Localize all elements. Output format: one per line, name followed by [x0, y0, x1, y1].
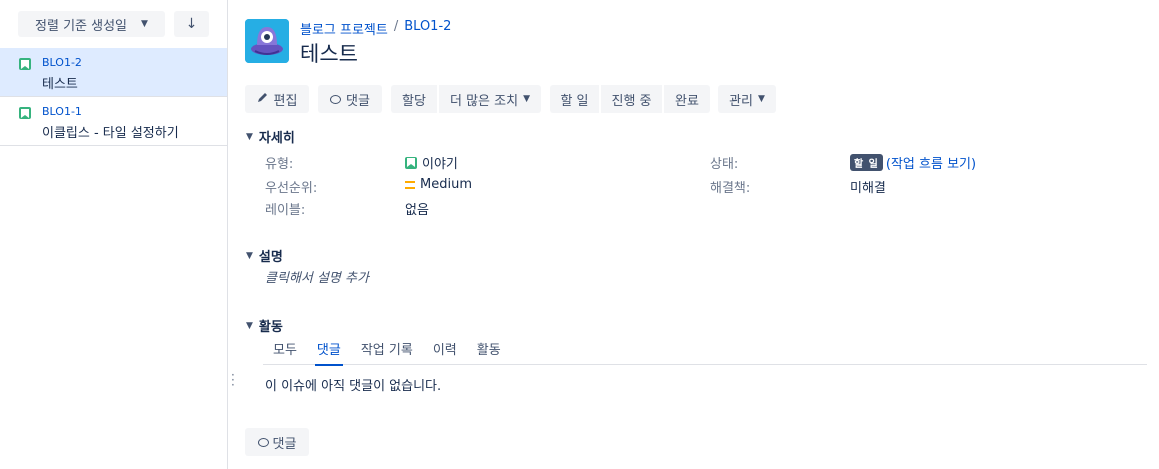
edit-label: 편집	[273, 93, 298, 109]
type-label: 유형:	[265, 157, 294, 172]
page-title[interactable]: 테스트	[300, 38, 358, 68]
add-comment-button[interactable]: 댓글	[245, 428, 309, 456]
assign-label: 할당	[402, 93, 426, 109]
sort-dropdown[interactable]: 정렬 기준 생성일 ▼	[18, 11, 165, 37]
breadcrumb: 블로그 프로젝트 / BLO1-2	[300, 19, 451, 38]
description-field[interactable]: 클릭해서 설명 추가	[265, 267, 369, 286]
done-transition-button[interactable]: 완료	[664, 85, 710, 113]
priority-value-text: Medium	[420, 177, 472, 192]
in-progress-label: 진행 중	[611, 93, 652, 109]
arrow-down-icon: ↓	[185, 16, 198, 32]
issue-key: BLO1-1	[42, 105, 82, 118]
sidebar-resize-handle[interactable]: · · ·	[231, 369, 235, 391]
tab-work-log[interactable]: 작업 기록	[351, 341, 423, 365]
type-value: 이야기	[405, 153, 458, 172]
labels-label: 레이블:	[265, 203, 306, 218]
comment-label: 댓글	[346, 93, 370, 109]
issue-navigator-sidebar: 정렬 기준 생성일 ▼ ↓ BLO1-2 테스트 BLO1-1 이클립스 - 타…	[0, 0, 228, 469]
admin-label: 관리	[729, 93, 753, 109]
no-comments-message: 이 이슈에 아직 댓글이 없습니다.	[265, 379, 442, 394]
details-section-toggle[interactable]: ▼ 자세히	[246, 127, 295, 146]
comment-icon	[257, 437, 269, 447]
breadcrumb-issue-link[interactable]: BLO1-2	[404, 19, 451, 38]
issue-summary: 이클립스 - 타일 설정하기	[42, 126, 179, 141]
issue-list-item[interactable]: BLO1-1 이클립스 - 타일 설정하기	[0, 97, 227, 146]
more-actions-label: 더 많은 조치	[450, 93, 519, 109]
priority-label: 우선순위:	[265, 181, 318, 196]
issue-list-item[interactable]: BLO1-2 테스트	[0, 48, 227, 97]
issue-key: BLO1-2	[42, 56, 82, 69]
activity-tabs: 모두 댓글 작업 기록 이력 활동	[263, 341, 1147, 366]
resolution-value: 미해결	[850, 181, 886, 196]
activity-heading: 활동	[258, 320, 283, 335]
story-icon	[19, 107, 31, 119]
issue-list: BLO1-2 테스트 BLO1-1 이클립스 - 타일 설정하기	[0, 48, 227, 146]
tab-comments[interactable]: 댓글	[307, 341, 351, 366]
status-value: 할 일 (작업 흐름 보기)	[850, 153, 976, 172]
story-icon	[405, 156, 417, 169]
sort-label: 정렬 기준 생성일	[35, 18, 128, 34]
chevron-down-icon: ▼	[523, 94, 530, 104]
tab-history[interactable]: 이력	[423, 341, 467, 365]
sort-direction-button[interactable]: ↓	[174, 11, 209, 37]
todo-transition-button[interactable]: 할 일	[550, 85, 599, 113]
admin-button[interactable]: 관리 ▼	[718, 85, 776, 113]
type-value-text: 이야기	[422, 157, 458, 172]
tab-activity[interactable]: 활동	[467, 341, 511, 365]
activity-section-toggle[interactable]: ▼ 활동	[246, 316, 283, 335]
details-heading: 자세히	[258, 131, 295, 146]
in-progress-transition-button[interactable]: 진행 중	[601, 85, 662, 113]
issue-summary: 테스트	[42, 77, 78, 92]
pencil-icon	[257, 91, 269, 107]
chevron-down-icon: ▼	[246, 320, 253, 331]
chevron-down-icon: ▼	[141, 19, 148, 29]
breadcrumb-separator: /	[393, 19, 399, 34]
done-label: 완료	[675, 93, 699, 109]
edit-button[interactable]: 편집	[245, 85, 309, 113]
project-avatar[interactable]	[245, 19, 289, 63]
more-actions-button[interactable]: 더 많은 조치 ▼	[439, 85, 541, 113]
status-badge: 할 일	[850, 154, 883, 171]
todo-label: 할 일	[560, 93, 589, 109]
chevron-down-icon: ▼	[758, 94, 765, 104]
labels-value[interactable]: 없음	[405, 199, 429, 218]
add-comment-label: 댓글	[272, 436, 297, 452]
description-section-toggle[interactable]: ▼ 설명	[246, 246, 283, 265]
description-heading: 설명	[258, 250, 283, 265]
breadcrumb-project-link[interactable]: 블로그 프로젝트	[300, 19, 388, 38]
chevron-down-icon: ▼	[246, 250, 253, 261]
status-label: 상태:	[710, 157, 739, 172]
chevron-down-icon: ▼	[246, 131, 253, 142]
resolution-label: 해결책:	[710, 181, 751, 196]
assign-button[interactable]: 할당	[391, 85, 437, 113]
tab-all[interactable]: 모두	[263, 341, 307, 365]
comment-button[interactable]: 댓글	[318, 85, 382, 113]
story-icon	[19, 58, 31, 70]
view-workflow-link[interactable]: (작업 흐름 보기)	[886, 153, 976, 172]
priority-medium-icon	[405, 180, 415, 189]
priority-value[interactable]: Medium	[405, 177, 472, 192]
comment-icon	[330, 94, 342, 104]
